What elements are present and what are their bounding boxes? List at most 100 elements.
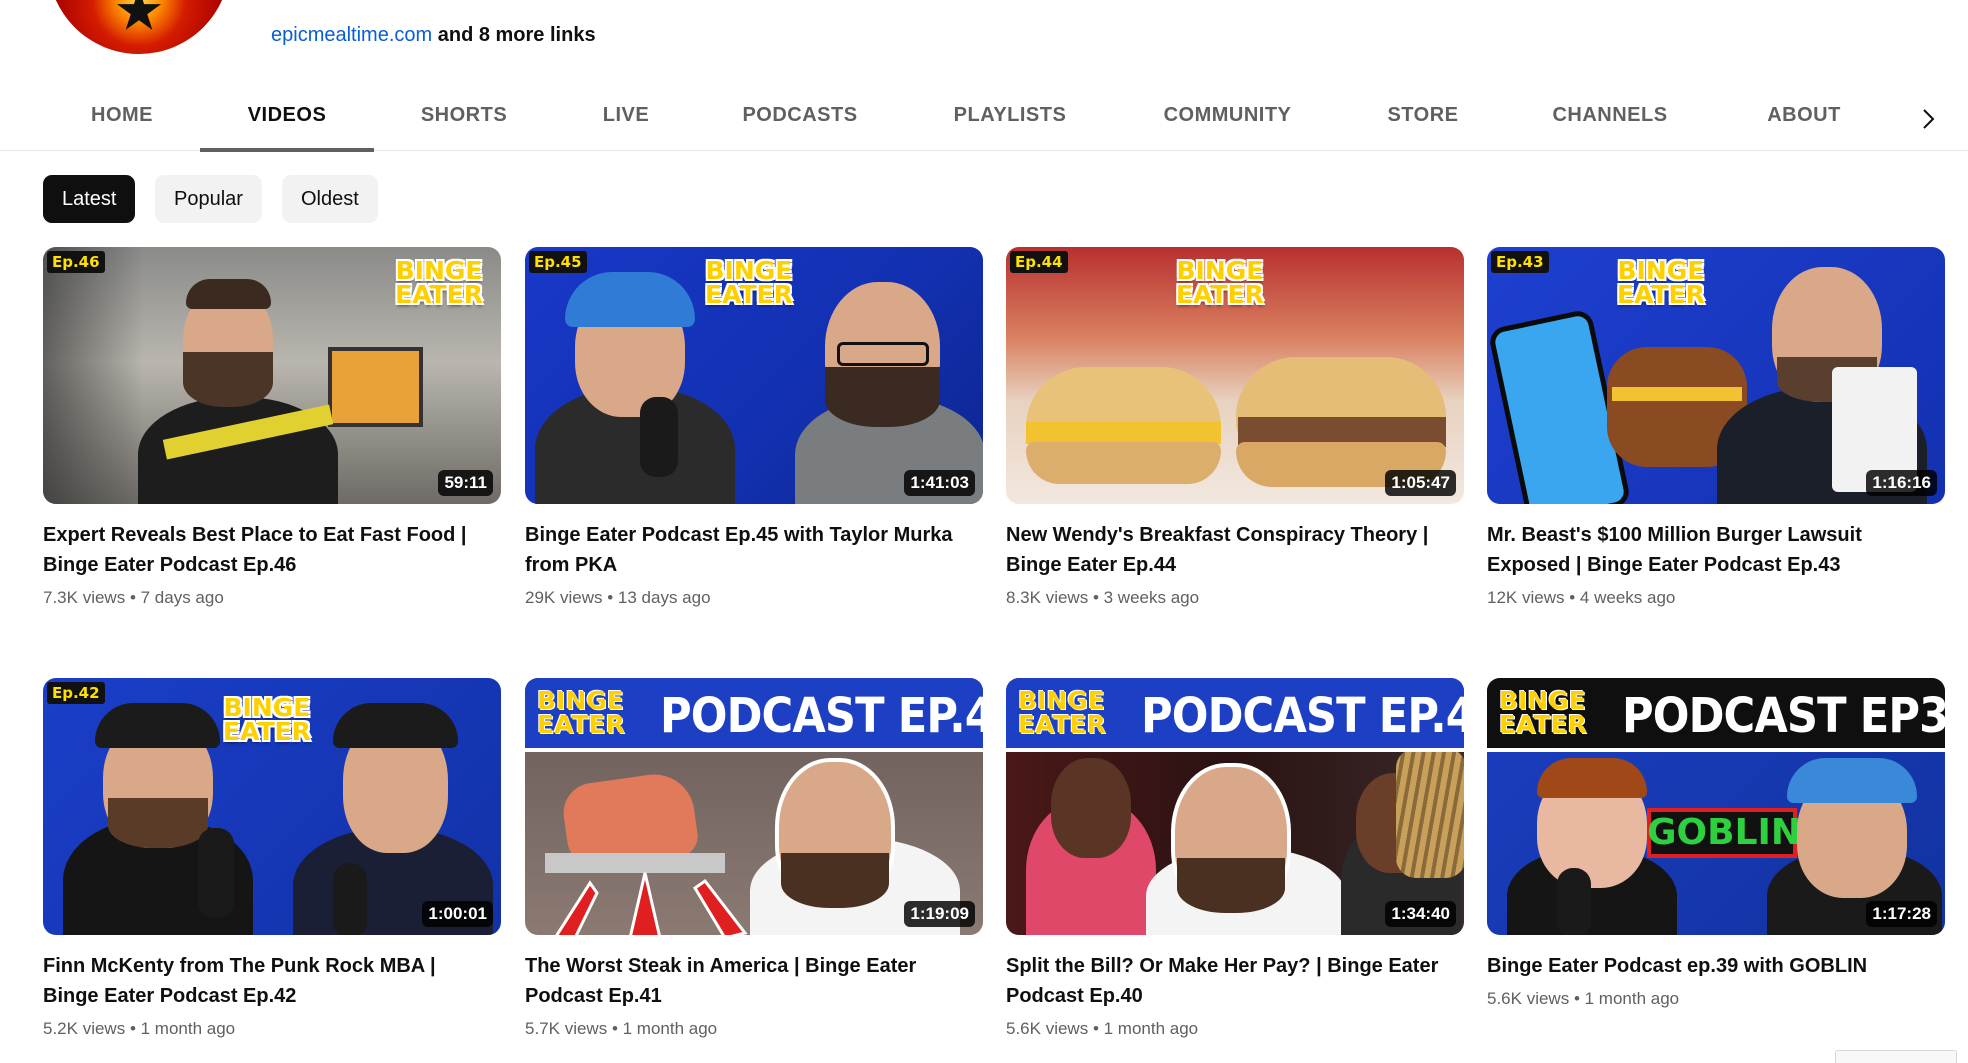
- episode-tag: Ep.42: [47, 682, 105, 704]
- upload-age: 4 weeks ago: [1579, 588, 1676, 607]
- tab-podcasts[interactable]: PODCASTS: [720, 75, 880, 151]
- video-thumbnail[interactable]: Ep.44 BINGE EATER 1:05:47: [1006, 247, 1464, 504]
- thumbnail-logo-text: BINGE EATER: [395, 256, 483, 309]
- video-thumbnail[interactable]: Ep.42 BINGE EATER 1:00:01: [43, 678, 501, 935]
- view-count: 7.3K views: [43, 588, 126, 607]
- thumbnail-banner: BINGEEATER PODCAST EP.41: [525, 678, 983, 752]
- channel-link[interactable]: epicmealtime.com: [271, 24, 432, 46]
- video-title[interactable]: Split the Bill? Or Make Her Pay? | Binge…: [1006, 951, 1446, 1011]
- tab-shorts[interactable]: SHORTS: [390, 75, 538, 151]
- tab-store[interactable]: STORE: [1372, 75, 1474, 151]
- video-card: GOBLIN BINGE EATER PODCAST EP39 1:17:28 B…: [1487, 678, 1945, 1011]
- meta-separator: •: [1573, 989, 1580, 1008]
- scroll-indicator[interactable]: [1835, 1050, 1957, 1063]
- banner-logo-text: BINGE EATER: [1018, 686, 1106, 739]
- video-meta: 5.6K views • 1 month ago: [1487, 987, 1945, 1011]
- video-meta: 7.3K views • 7 days ago: [43, 586, 501, 610]
- video-title[interactable]: New Wendy's Breakfast Conspiracy Theory …: [1006, 520, 1446, 580]
- video-thumbnail[interactable]: Ep.43 BINGE EATER 1:16:16: [1487, 247, 1945, 504]
- banner-title-text: PODCAST EP39: [1622, 688, 1945, 744]
- tab-videos[interactable]: VIDEOS: [200, 75, 374, 152]
- upload-age: 1 month ago: [1584, 989, 1680, 1008]
- chip-latest[interactable]: Latest: [43, 175, 136, 223]
- banner-logo-text: BINGE EATER: [1499, 686, 1587, 739]
- meta-separator: •: [129, 1019, 136, 1038]
- video-card: BINGEEATER PODCAST EP.40 1:34:40 Split t…: [1006, 678, 1464, 1041]
- video-duration: 1:19:09: [904, 901, 975, 927]
- upload-age: 3 weeks ago: [1103, 588, 1200, 607]
- tab-home[interactable]: HOME: [48, 75, 196, 151]
- chevron-right-icon[interactable]: [1908, 99, 1948, 139]
- upload-age: 13 days ago: [617, 588, 711, 607]
- channel-links: epicmealtime.com and 8 more links: [271, 22, 596, 48]
- video-card: BINGEEATER PODCAST EP.41 1:19:09 The Wor…: [525, 678, 983, 1041]
- episode-tag: Ep.44: [1010, 251, 1068, 273]
- view-count: 12K views: [1487, 588, 1565, 607]
- meta-separator: •: [607, 588, 614, 607]
- video-card: Ep.43 BINGE EATER 1:16:16 Mr. Beast's $10…: [1487, 247, 1945, 610]
- video-thumbnail[interactable]: GOBLIN BINGE EATER PODCAST EP39 1:17:28: [1487, 678, 1945, 935]
- video-title[interactable]: Binge Eater Podcast Ep.45 with Taylor Mu…: [525, 520, 965, 580]
- video-duration: 1:16:16: [1866, 470, 1937, 496]
- banner-title-text: PODCAST EP.41: [660, 688, 983, 744]
- episode-tag: Ep.45: [529, 251, 587, 273]
- view-count: 5.2K views: [43, 1019, 126, 1038]
- tab-live[interactable]: LIVE: [565, 75, 687, 151]
- video-duration: 59:11: [438, 470, 493, 496]
- banner-title-text: PODCAST EP.40: [1141, 688, 1464, 744]
- video-card: Ep.44 BINGE EATER 1:05:47 New Wendy's Bre…: [1006, 247, 1464, 610]
- video-title[interactable]: Mr. Beast's $100 Million Burger Lawsuit …: [1487, 520, 1927, 580]
- video-title[interactable]: Expert Reveals Best Place to Eat Fast Fo…: [43, 520, 483, 580]
- thumbnail-logo-text: BINGE EATER: [705, 256, 793, 309]
- view-count: 5.6K views: [1006, 1019, 1089, 1038]
- tab-about[interactable]: ABOUT: [1752, 75, 1856, 151]
- chip-oldest[interactable]: Oldest: [282, 175, 378, 223]
- tab-community[interactable]: COMMUNITY: [1135, 75, 1320, 151]
- video-duration: 1:34:40: [1385, 901, 1456, 927]
- video-title[interactable]: Finn McKenty from The Punk Rock MBA | Bi…: [43, 951, 483, 1011]
- tab-channels[interactable]: CHANNELS: [1540, 75, 1680, 151]
- meta-separator: •: [129, 588, 136, 607]
- upload-age: 1 month ago: [622, 1019, 718, 1038]
- video-meta: 5.2K views • 1 month ago: [43, 1017, 501, 1041]
- view-count: 8.3K views: [1006, 588, 1089, 607]
- episode-tag: Ep.43: [1491, 251, 1549, 273]
- channel-tabs: HOME VIDEOS SHORTS LIVE PODCASTS PLAYLIS…: [0, 75, 1968, 152]
- video-duration: 1:05:47: [1385, 470, 1456, 496]
- thumbnail-logo-text: BINGE EATER: [223, 693, 311, 746]
- video-thumbnail[interactable]: Ep.45 BINGE EATER 1:41:03: [525, 247, 983, 504]
- video-thumbnail[interactable]: Ep.46 BINGE EATER 59:11: [43, 247, 501, 504]
- goblin-sign-text: GOBLIN: [1647, 812, 1802, 853]
- video-meta: 8.3K views • 3 weeks ago: [1006, 586, 1464, 610]
- more-links-button[interactable]: and 8 more links: [438, 24, 596, 46]
- meta-separator: •: [611, 1019, 618, 1038]
- thumbnail-banner: BINGE EATER PODCAST EP39: [1487, 678, 1945, 752]
- meta-separator: •: [1569, 588, 1576, 607]
- view-count: 5.7K views: [525, 1019, 608, 1038]
- episode-tag: Ep.46: [47, 251, 105, 273]
- arrows-graphic: [555, 872, 748, 935]
- channel-avatar[interactable]: [48, 0, 230, 54]
- thumbnail-logo-text: BINGE EATER: [1176, 256, 1264, 309]
- tab-playlists[interactable]: PLAYLISTS: [930, 75, 1090, 151]
- thumbnail-logo-text: BINGE EATER: [1617, 256, 1705, 309]
- thumbnail-banner: BINGEEATER PODCAST EP.40: [1006, 678, 1464, 752]
- upload-age: 7 days ago: [140, 588, 224, 607]
- video-meta: 29K views • 13 days ago: [525, 586, 983, 610]
- video-meta: 5.7K views • 1 month ago: [525, 1017, 983, 1041]
- video-duration: 1:41:03: [904, 470, 975, 496]
- video-meta: 5.6K views • 1 month ago: [1006, 1017, 1464, 1041]
- video-thumbnail[interactable]: BINGEEATER PODCAST EP.41 1:19:09: [525, 678, 983, 935]
- video-meta: 12K views • 4 weeks ago: [1487, 586, 1945, 610]
- chip-popular[interactable]: Popular: [155, 175, 262, 223]
- video-title[interactable]: The Worst Steak in America | Binge Eater…: [525, 951, 965, 1011]
- view-count: 5.6K views: [1487, 989, 1570, 1008]
- video-title[interactable]: Binge Eater Podcast ep.39 with GOBLIN: [1487, 951, 1927, 981]
- video-duration: 1:00:01: [422, 901, 493, 927]
- upload-age: 1 month ago: [1103, 1019, 1199, 1038]
- video-card: Ep.46 BINGE EATER 59:11 Expert Reveals Be…: [43, 247, 501, 610]
- video-thumbnail[interactable]: BINGEEATER PODCAST EP.40 1:34:40: [1006, 678, 1464, 935]
- view-count: 29K views: [525, 588, 603, 607]
- upload-age: 1 month ago: [140, 1019, 236, 1038]
- meta-separator: •: [1092, 1019, 1099, 1038]
